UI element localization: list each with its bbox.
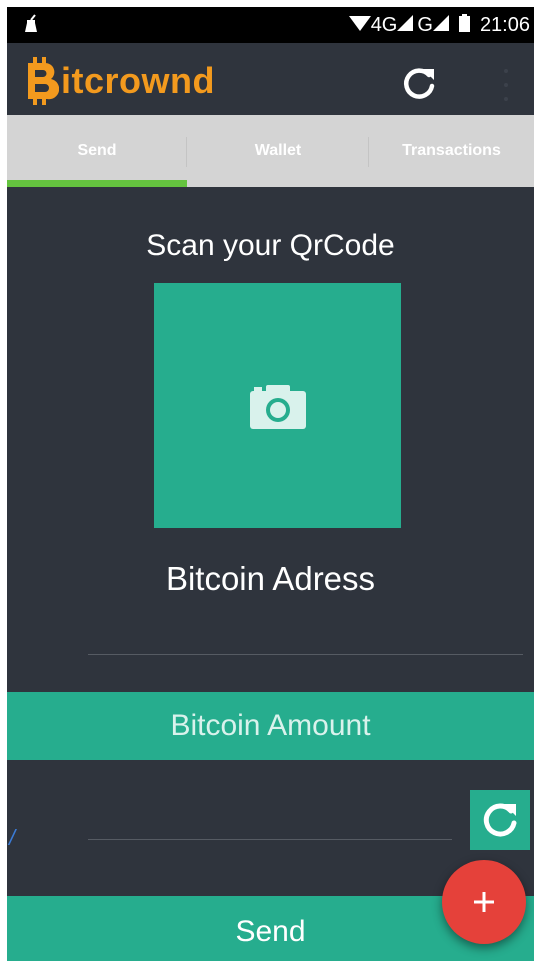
tab-bar: Send Wallet Transactions (7, 115, 534, 187)
battery-icon (458, 13, 470, 37)
cleaner-icon (21, 14, 41, 39)
status-bar: 4G G 21:06 (7, 7, 534, 43)
network-type-1: 4G (370, 13, 398, 36)
amount-label: Bitcoin Amount (170, 709, 371, 742)
overflow-menu-icon[interactable] (502, 69, 510, 101)
edge-mark: / (9, 825, 16, 850)
amount-input[interactable] (88, 804, 452, 840)
scan-title: Scan your QrCode (146, 229, 395, 262)
network-type-2: G (417, 13, 433, 36)
app-logo: itcrownd (25, 53, 215, 109)
address-input[interactable] (88, 619, 523, 655)
camera-icon (249, 384, 306, 429)
add-fab-button[interactable] (442, 860, 526, 944)
app-screen: 4G G 21:06 itcrownd Send Wallet Transact… (7, 7, 534, 961)
wifi-icon (348, 14, 371, 37)
bitcoin-logo-icon (28, 57, 59, 105)
refresh-icon (483, 803, 517, 837)
plus-icon (474, 892, 494, 912)
status-indicators: 4G G 21:06 (348, 7, 534, 43)
tab-wallet[interactable]: Wallet (187, 115, 369, 187)
tab-transactions[interactable]: Transactions (369, 115, 534, 187)
send-button-label: Send (235, 915, 306, 948)
amount-label-bar: Bitcoin Amount (7, 692, 534, 760)
tab-indicator (7, 180, 187, 187)
signal-icon (397, 14, 414, 36)
amount-refresh-button[interactable] (470, 790, 530, 850)
tab-wallet-label: Wallet (254, 142, 302, 159)
tab-send-label: Send (77, 142, 117, 159)
tab-send[interactable]: Send (7, 115, 187, 187)
address-label: Bitcoin Adress (165, 560, 376, 597)
qr-scan-button[interactable] (154, 283, 401, 528)
refresh-button[interactable] (399, 63, 443, 103)
signal-icon-2 (432, 14, 449, 36)
app-logo-text: itcrownd (61, 60, 215, 101)
status-time: 21:06 (479, 13, 530, 36)
refresh-icon (403, 68, 435, 99)
app-bar: itcrownd (7, 43, 534, 115)
tab-transactions-label: Transactions (402, 142, 501, 159)
